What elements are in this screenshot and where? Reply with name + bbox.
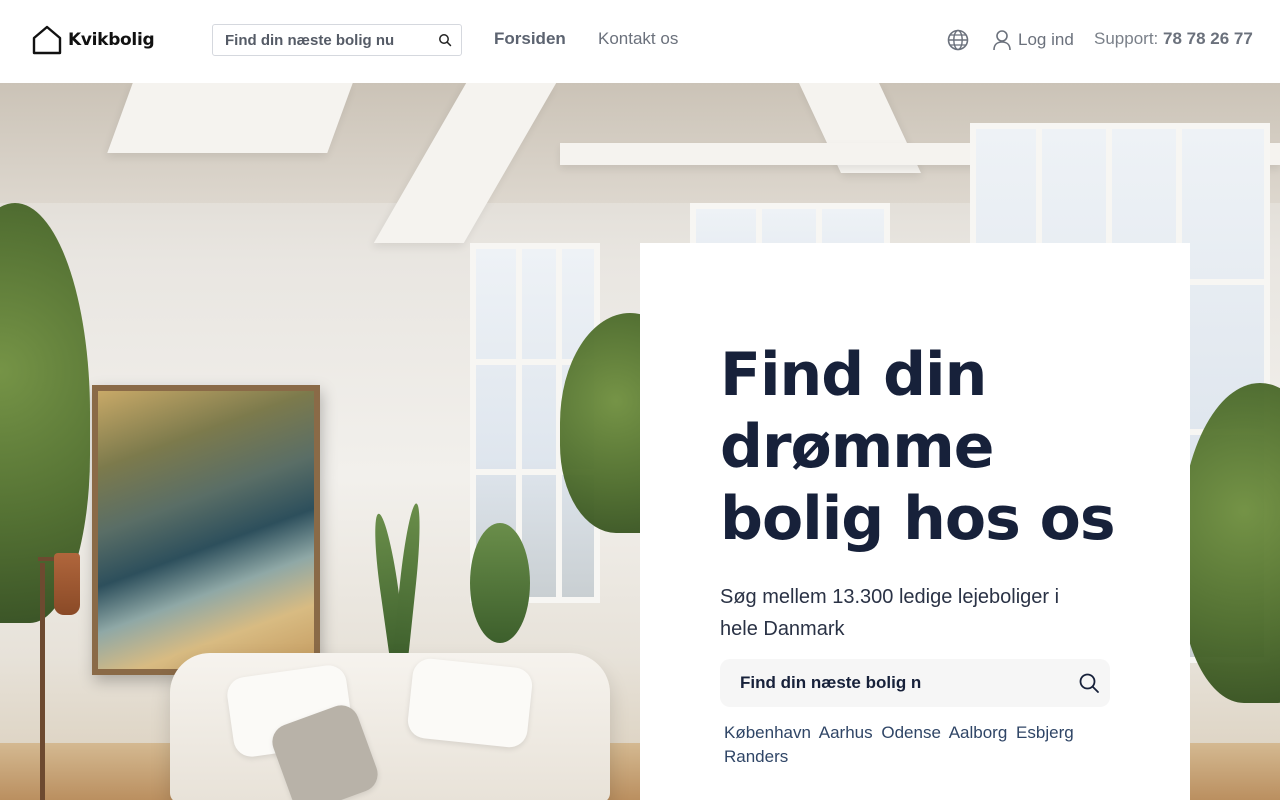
hero-card: Find din drømme bolig hos os Søg mellem … (640, 243, 1190, 800)
floor-lamp-shade (54, 553, 80, 615)
search-icon[interactable] (438, 33, 452, 52)
hero-subtitle: Søg mellem 13.300 ledige lejeboliger i h… (720, 586, 1060, 640)
sofa-cushion (406, 656, 534, 750)
city-link-aarhus[interactable]: Aarhus (819, 723, 873, 742)
city-link-odense[interactable]: Odense (881, 723, 941, 742)
support-info: Support: 78 78 26 77 (1094, 29, 1253, 49)
city-link-randers[interactable]: Randers (724, 747, 788, 766)
nav-contact[interactable]: Kontakt os (598, 29, 678, 49)
user-icon (993, 30, 1011, 51)
login-link[interactable]: Log ind (992, 29, 1074, 51)
search-icon[interactable] (1078, 672, 1100, 699)
hero-search-input[interactable] (720, 673, 1060, 693)
floor-lamp (40, 563, 45, 800)
logo-text: Kvikbolig (68, 30, 155, 50)
support-phone[interactable]: 78 78 26 77 (1163, 29, 1253, 48)
logo[interactable]: Kvikbolig (32, 25, 155, 55)
plant-leaf (470, 523, 530, 643)
wall-painting (92, 385, 320, 675)
hero-title-line3: bolig hos os (720, 484, 1116, 554)
hero-title-line2: drømme (720, 412, 995, 482)
support-label: Support: (1094, 29, 1159, 48)
city-link-esbjerg[interactable]: Esbjerg (1016, 723, 1074, 742)
hero-title: Find din drømme bolig hos os (720, 339, 1120, 555)
city-links: København Aarhus Odense Aalborg Esbjerg … (724, 721, 1104, 769)
ceiling-beam (107, 83, 353, 153)
hero-search (720, 659, 1110, 707)
hero-title-line1: Find din (720, 340, 987, 410)
house-outline-icon (32, 25, 62, 55)
header-search-input[interactable] (213, 31, 423, 49)
login-label: Log ind (1018, 30, 1074, 49)
sofa (170, 653, 610, 800)
globe-icon[interactable] (947, 29, 969, 56)
city-link-aalborg[interactable]: Aalborg (949, 723, 1008, 742)
nav-home[interactable]: Forsiden (494, 29, 566, 49)
header-search (212, 24, 462, 56)
city-link-kobenhavn[interactable]: København (724, 723, 811, 742)
site-header: Kvikbolig Forsiden Kontakt os Log ind Su… (0, 0, 1280, 83)
